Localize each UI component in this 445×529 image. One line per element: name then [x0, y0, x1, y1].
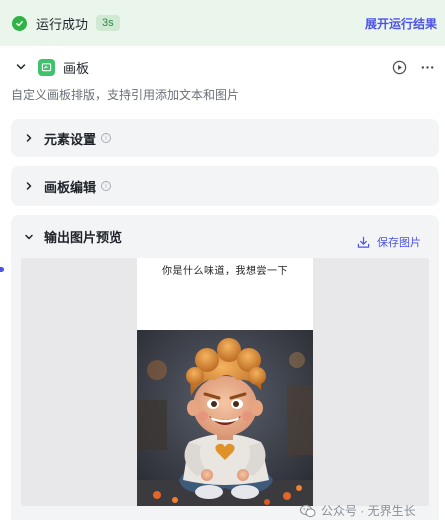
output-preview-header[interactable]: 输出图片预览	[23, 227, 122, 246]
expand-results-button[interactable]: 展开运行结果	[365, 15, 437, 32]
section-title: 元素设置	[44, 131, 97, 147]
run-time-badge: 3s	[96, 15, 120, 31]
check-circle-icon	[12, 15, 27, 31]
node-description: 自定义画板排版，支持引用添加文本和图片	[11, 88, 240, 102]
play-circle-icon[interactable]	[391, 59, 407, 75]
wechat-icon	[300, 504, 316, 517]
section-element-settings[interactable]: 元素设置 i	[11, 119, 439, 157]
more-horizontal-icon[interactable]	[419, 59, 435, 75]
info-icon[interactable]: i	[101, 181, 112, 191]
status-text: 运行成功	[36, 16, 89, 32]
run-status-bar: 运行成功 3s 展开运行结果	[0, 0, 445, 46]
watermark: 公众号 · 无界生长	[300, 502, 416, 519]
chevron-right-icon	[23, 132, 35, 144]
canvas-icon	[38, 58, 55, 76]
section-title: 输出图片预览	[44, 230, 123, 245]
info-icon[interactable]: i	[101, 133, 112, 143]
preview-canvas: 你是什么味道，我想尝一下	[21, 258, 429, 506]
connection-handle[interactable]	[0, 267, 4, 272]
chevron-down-icon	[23, 231, 35, 243]
download-icon	[357, 236, 370, 248]
node-actions	[391, 59, 435, 75]
chevron-right-icon	[23, 180, 35, 192]
output-preview-panel: 输出图片预览 保存图片 你是什么味道，我想尝一下	[11, 215, 439, 520]
section-canvas-editing[interactable]: 画板编辑 i	[11, 166, 439, 206]
section-title: 画板编辑	[44, 179, 97, 195]
character-illustration	[137, 330, 313, 506]
save-image-button[interactable]: 保存图片	[357, 234, 421, 250]
save-image-label: 保存图片	[377, 237, 421, 249]
node-title: 画板	[63, 60, 90, 76]
watermark-text: 公众号 · 无界生长	[321, 504, 416, 518]
image-caption: 你是什么味道，我想尝一下	[162, 266, 288, 277]
chevron-down-icon[interactable]	[14, 60, 28, 74]
output-image: 你是什么味道，我想尝一下	[137, 258, 313, 506]
node-header: 画板	[0, 52, 445, 82]
